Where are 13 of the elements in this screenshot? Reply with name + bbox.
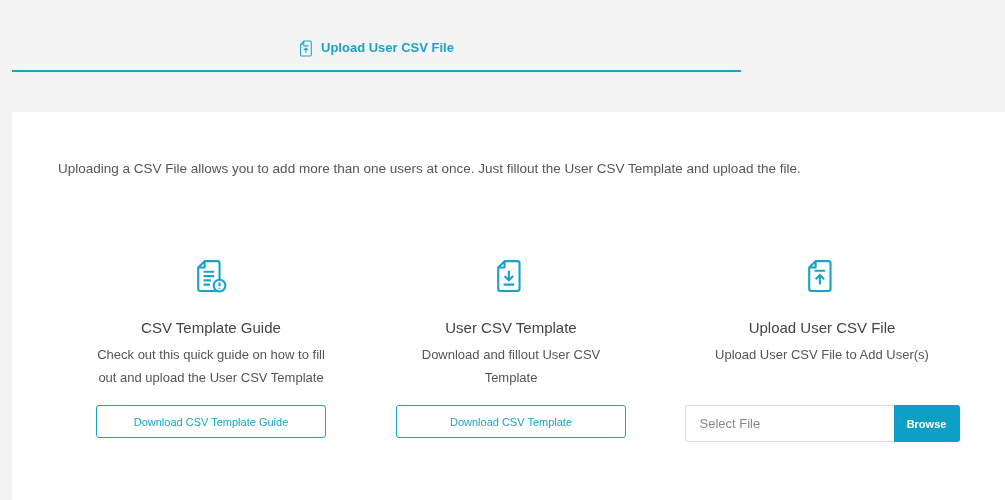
card-description: Upload User CSV File to Add User(s): [715, 346, 929, 365]
card-description: Check out this quick guide on how to fill out and upload the User CSV Template: [96, 346, 326, 388]
browse-button[interactable]: Browse: [893, 405, 960, 443]
tab[interactable]: Upload User CSV File: [12, 32, 741, 72]
download-button[interactable]: Download CSV Template Guide: [96, 405, 326, 439]
card-description: Download and fillout User CSV Template: [420, 346, 602, 388]
card-title: User CSV Template: [445, 319, 577, 337]
intro-text: Uploading a CSV File allows you to add more than one users at once. Just fillout the User CSV Template and upload the file.: [57, 160, 802, 176]
card-title: CSV Template Guide: [141, 319, 281, 337]
download-button[interactable]: Download CSV Template: [396, 405, 626, 439]
document-warning-icon: [195, 259, 227, 294]
file-field[interactable]: Select File: [684, 405, 894, 443]
card-title: Upload User CSV File: [748, 319, 896, 337]
